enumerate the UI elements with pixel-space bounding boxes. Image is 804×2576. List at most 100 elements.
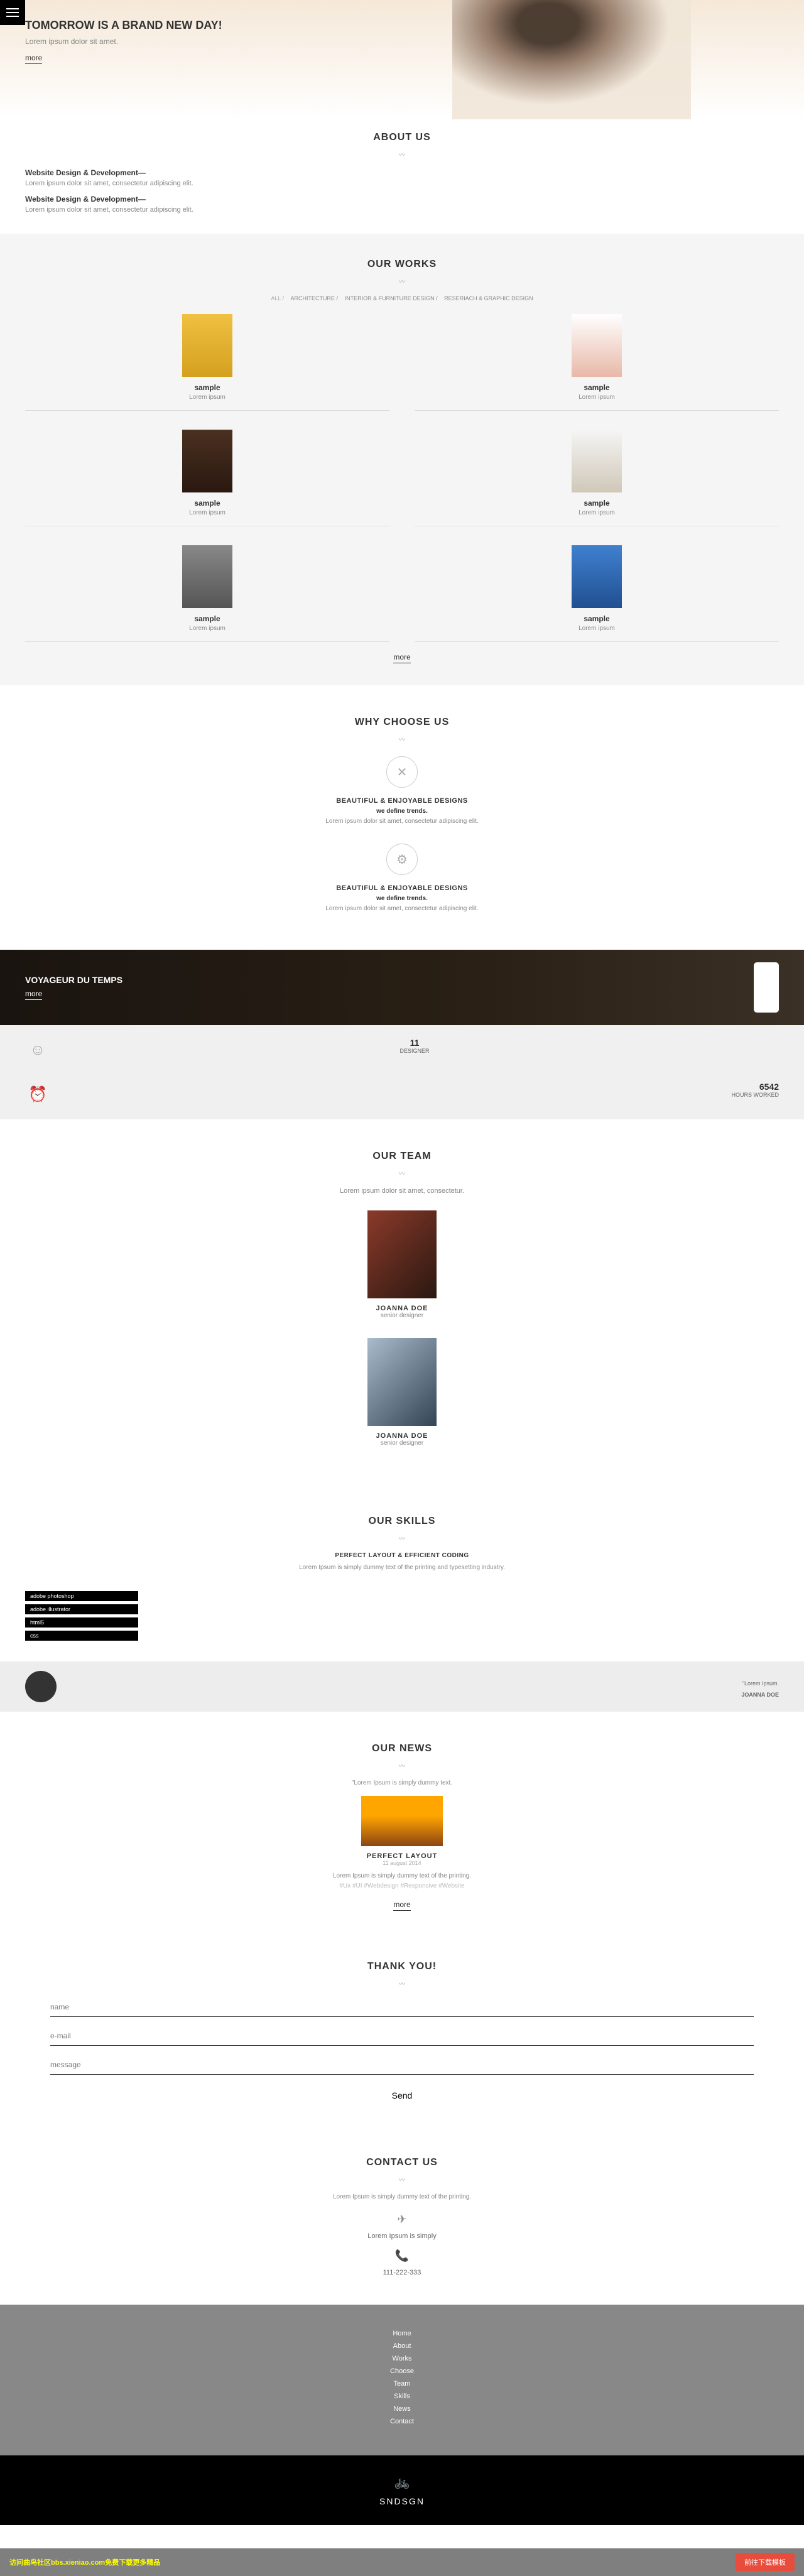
filter-research[interactable]: RESERIACH & GRAPHIC DESIGN <box>444 295 533 302</box>
about-item-desc: Lorem ipsum dolor sit amet, consectetur … <box>25 180 779 187</box>
person-icon: ☺ <box>25 1038 50 1063</box>
filter-architecture[interactable]: ARCHITECTURE / <box>291 295 339 302</box>
message-input[interactable] <box>50 2055 754 2075</box>
footer-link-team[interactable]: Team <box>25 2380 779 2388</box>
footer-link-news[interactable]: News <box>25 2405 779 2413</box>
work-desc: Lorem ipsum <box>25 509 389 516</box>
name-input[interactable] <box>50 1997 754 2017</box>
skill-bar: adobe illustrator <box>25 1604 138 1614</box>
banner-more-link[interactable]: more <box>25 989 42 1000</box>
divider-icon: 〰 <box>25 1168 779 1178</box>
filter-interior[interactable]: INTERIOR & FURNITURE DESIGN / <box>345 295 438 302</box>
work-desc: Lorem ipsum <box>415 509 779 516</box>
hero-section: TOMORROW IS A BRAND NEW DAY! Lorem ipsum… <box>0 0 804 119</box>
stat-label: DESIGNER <box>50 1048 779 1054</box>
news-section: OUR NEWS 〰 "Lorem Ipsum is simply dummy … <box>0 1712 804 1930</box>
news-date: 11 august 2014 <box>25 1860 779 1866</box>
stat-number: 11 <box>50 1038 779 1048</box>
promo-text: 访问曲鸟社区bbs.xieniao.com免费下载更多精品 <box>9 2557 160 2567</box>
skills-desc: Lorem Ipsum is simply dummy text of the … <box>25 1564 779 1571</box>
contact-desc: Lorem Ipsum is simply dummy text of the … <box>25 2193 779 2200</box>
clock-icon: ⏰ <box>25 1082 50 1107</box>
filter-all[interactable]: ALL / <box>271 295 284 302</box>
footer-link-choose[interactable]: Choose <box>25 2367 779 2375</box>
work-image <box>182 545 232 608</box>
bicycle-icon: 🚲 <box>19 2474 785 2490</box>
contact-form: THANK YOU! 〰 Send <box>0 1930 804 2126</box>
about-item: Website Design & Development— Lorem ipsu… <box>25 195 779 214</box>
stat-number: 6542 <box>731 1082 779 1092</box>
hero-image <box>452 0 691 119</box>
footer-link-about[interactable]: About <box>25 2342 779 2350</box>
download-button[interactable]: 前往下载模板 <box>736 2553 795 2571</box>
about-section: Website Design & Development— Lorem ipsu… <box>0 168 804 234</box>
utensils-icon: ✕ <box>386 756 418 788</box>
phone-mockup <box>754 962 779 1013</box>
work-item[interactable]: sampleLorem ipsum <box>25 545 389 642</box>
member-role: senior designer <box>25 1440 779 1447</box>
work-item[interactable]: sampleLorem ipsum <box>415 545 779 642</box>
work-title: sample <box>415 614 779 623</box>
work-item[interactable]: sampleLorem ipsum <box>25 430 389 526</box>
about-item: Website Design & Development— Lorem ipsu… <box>25 168 779 187</box>
stats-row: ⏰ 6542 HOURS WORKED <box>0 1075 804 1119</box>
banner-section: VOYAGEUR DU TEMPS more <box>0 950 804 1025</box>
work-desc: Lorem ipsum <box>415 394 779 401</box>
member-photo <box>367 1338 437 1426</box>
news-quote: "Lorem Ipsum is simply dummy text. <box>25 1780 779 1786</box>
contact-info: Lorem Ipsum is simply <box>25 2232 779 2240</box>
choose-item-title: BEAUTIFUL & ENJOYABLE DESIGNS <box>25 884 779 892</box>
divider-icon: 〰 <box>50 1979 754 1988</box>
email-input[interactable] <box>50 2026 754 2046</box>
work-title: sample <box>415 499 779 508</box>
choose-item-desc: Lorem ipsum dolor sit amet, consectetur … <box>25 818 779 825</box>
footer-bottom: 🚲 SNDSGN <box>0 2455 804 2525</box>
news-more-link[interactable]: more <box>393 1900 410 1911</box>
divider-icon: 〰 <box>25 276 779 286</box>
work-item[interactable]: sample Lorem ipsum <box>25 314 389 411</box>
about-item-title: Website Design & Development— <box>25 195 779 204</box>
divider-icon: 〰 <box>25 1533 779 1543</box>
work-image <box>182 314 232 377</box>
about-title: ABOUT US <box>0 119 804 149</box>
news-title: OUR NEWS <box>25 1731 779 1761</box>
choose-section: WHY CHOOSE US 〰 ✕ BEAUTIFUL & ENJOYABLE … <box>0 685 804 950</box>
stats-row: ☺ 11 DESIGNER <box>0 1025 804 1075</box>
footer-link-skills[interactable]: Skills <box>25 2393 779 2400</box>
footer-link-home[interactable]: Home <box>25 2330 779 2337</box>
form-title: THANK YOU! <box>50 1948 754 1979</box>
about-item-desc: Lorem ipsum dolor sit amet, consectetur … <box>25 206 779 214</box>
skill-bar: adobe photoshop <box>25 1591 138 1601</box>
member-name: JOANNA DOE <box>25 1305 779 1312</box>
work-title: sample <box>25 383 389 392</box>
footer-nav: Home About Works Choose Team Skills News… <box>0 2305 804 2455</box>
testimonial-avatar <box>25 1671 57 1702</box>
works-more-link[interactable]: more <box>393 653 410 663</box>
menu-toggle[interactable] <box>0 0 25 25</box>
footer-link-works[interactable]: Works <box>25 2355 779 2362</box>
work-item[interactable]: sampleLorem ipsum <box>415 430 779 526</box>
work-title: sample <box>415 383 779 392</box>
divider-icon: 〰 <box>0 149 804 159</box>
skills-section: OUR SKILLS 〰 PERFECT LAYOUT & EFFICIENT … <box>0 1484 804 1661</box>
skill-bar: css <box>25 1631 138 1641</box>
works-section: OUR WORKS 〰 ALL / ARCHITECTURE / INTERIO… <box>0 234 804 685</box>
works-title: OUR WORKS <box>25 246 779 276</box>
send-button[interactable]: Send <box>386 2084 419 2107</box>
stat-label: HOURS WORKED <box>731 1092 779 1098</box>
promo-bar: 访问曲鸟社区bbs.xieniao.com免费下载更多精品 前往下载模板 <box>0 2548 804 2576</box>
footer-link-contact[interactable]: Contact <box>25 2418 779 2425</box>
filter-tabs: ALL / ARCHITECTURE / INTERIOR & FURNITUR… <box>25 295 779 302</box>
work-image <box>572 430 622 492</box>
work-image <box>572 314 622 377</box>
footer-brand: SNDSGN <box>19 2496 785 2506</box>
choose-item-desc: Lorem ipsum dolor sit amet, consectetur … <box>25 905 779 912</box>
work-desc: Lorem ipsum <box>25 394 389 401</box>
work-item[interactable]: sample Lorem ipsum <box>415 314 779 411</box>
news-item-title: PERFECT LAYOUT <box>25 1852 779 1860</box>
hero-more-link[interactable]: more <box>25 53 42 64</box>
team-member: JOANNA DOE senior designer <box>25 1210 779 1319</box>
gear-icon: ⚙ <box>386 844 418 875</box>
divider-icon: 〰 <box>25 1761 779 1770</box>
team-member: JOANNA DOE senior designer <box>25 1338 779 1447</box>
